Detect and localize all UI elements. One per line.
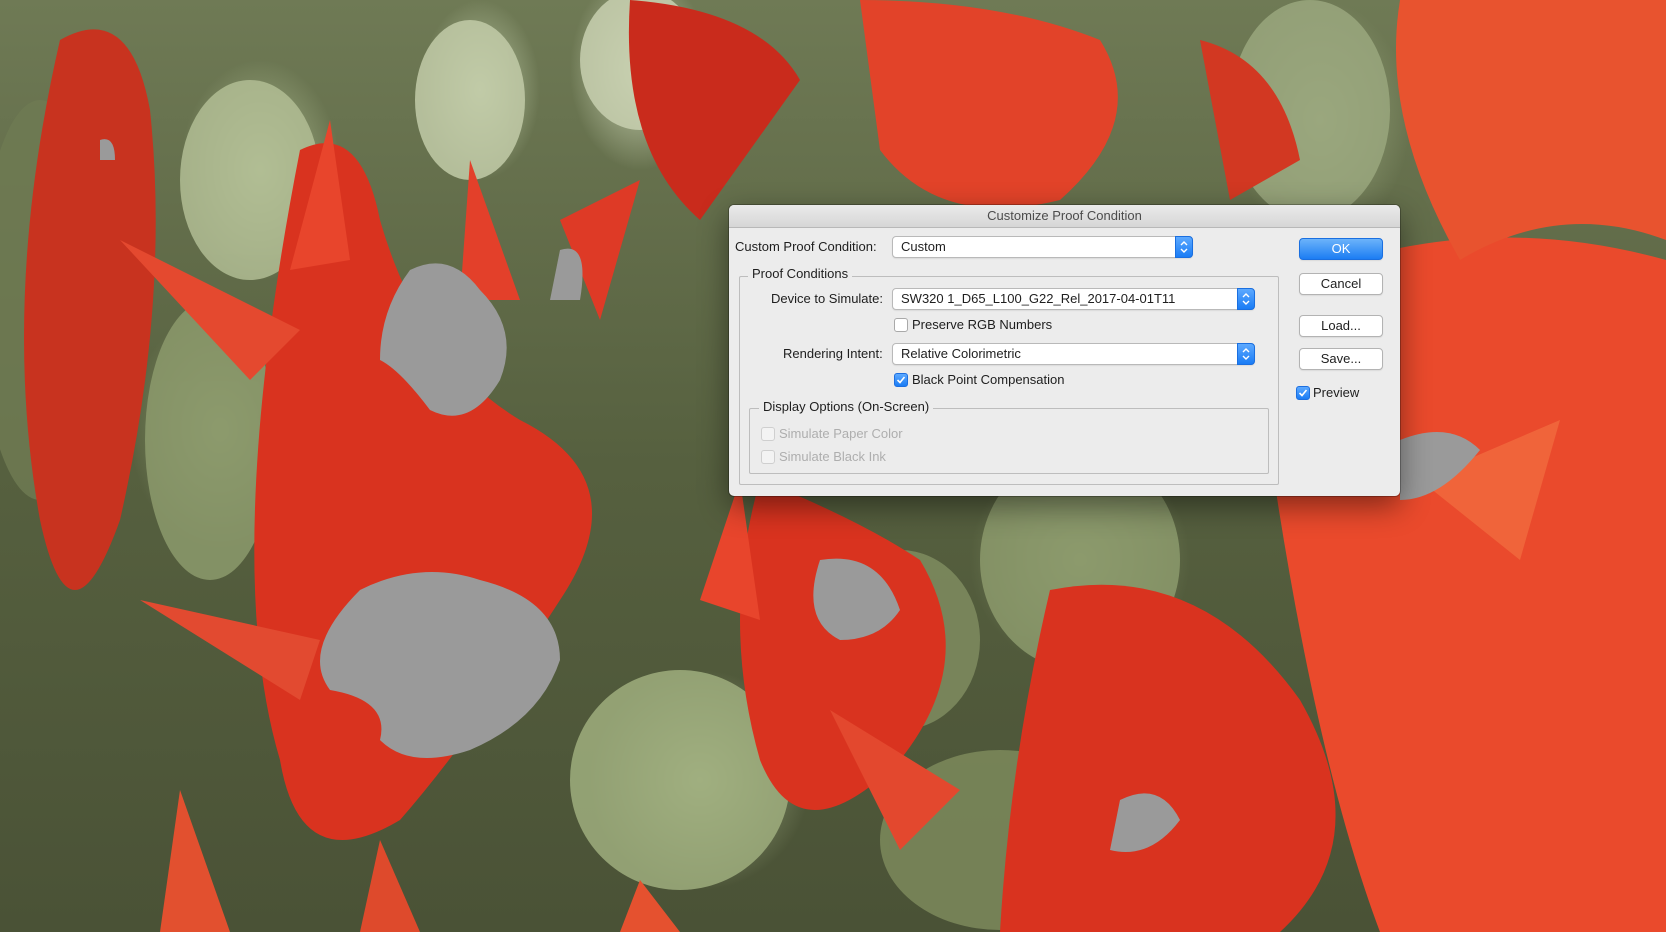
rendering-intent-select[interactable]: Relative Colorimetric xyxy=(892,343,1255,365)
device-to-simulate-value: SW320 1_D65_L100_G22_Rel_2017-04-01T11 xyxy=(901,291,1176,306)
preview-label: Preview xyxy=(1313,385,1360,400)
customize-proof-condition-dialog: Customize Proof Condition Custom Proof C… xyxy=(729,205,1400,496)
preview-checkbox[interactable] xyxy=(1296,386,1310,400)
dialog-title: Customize Proof Condition xyxy=(729,205,1400,228)
preserve-rgb-label: Preserve RGB Numbers xyxy=(912,317,1053,332)
display-options-group xyxy=(749,408,1269,474)
display-options-title: Display Options (On-Screen) xyxy=(759,399,934,414)
save-button[interactable]: Save... xyxy=(1299,348,1383,370)
custom-proof-condition-value: Custom xyxy=(901,239,946,254)
black-point-compensation-checkbox[interactable] xyxy=(894,373,908,387)
proof-conditions-title: Proof Conditions xyxy=(748,266,853,281)
checkmark-icon xyxy=(1298,389,1308,397)
custom-proof-condition-select[interactable]: Custom xyxy=(892,236,1193,258)
preserve-rgb-checkbox[interactable] xyxy=(894,318,908,332)
select-stepper-icon xyxy=(1237,343,1255,365)
device-to-simulate-label: Device to Simulate: xyxy=(771,291,883,306)
checkmark-icon xyxy=(896,376,906,384)
custom-proof-condition-label: Custom Proof Condition: xyxy=(735,239,877,254)
ok-button[interactable]: OK xyxy=(1299,238,1383,260)
rendering-intent-label: Rendering Intent: xyxy=(783,346,883,361)
device-to-simulate-select[interactable]: SW320 1_D65_L100_G22_Rel_2017-04-01T11 xyxy=(892,288,1255,310)
select-stepper-icon xyxy=(1237,288,1255,310)
simulate-black-ink-checkbox[interactable] xyxy=(761,450,775,464)
cancel-button[interactable]: Cancel xyxy=(1299,273,1383,295)
rendering-intent-value: Relative Colorimetric xyxy=(901,346,1021,361)
simulate-paper-color-label: Simulate Paper Color xyxy=(779,426,903,441)
simulate-paper-color-checkbox[interactable] xyxy=(761,427,775,441)
select-stepper-icon xyxy=(1175,236,1193,258)
simulate-black-ink-label: Simulate Black Ink xyxy=(779,449,886,464)
load-button[interactable]: Load... xyxy=(1299,315,1383,337)
black-point-compensation-label: Black Point Compensation xyxy=(912,372,1065,387)
